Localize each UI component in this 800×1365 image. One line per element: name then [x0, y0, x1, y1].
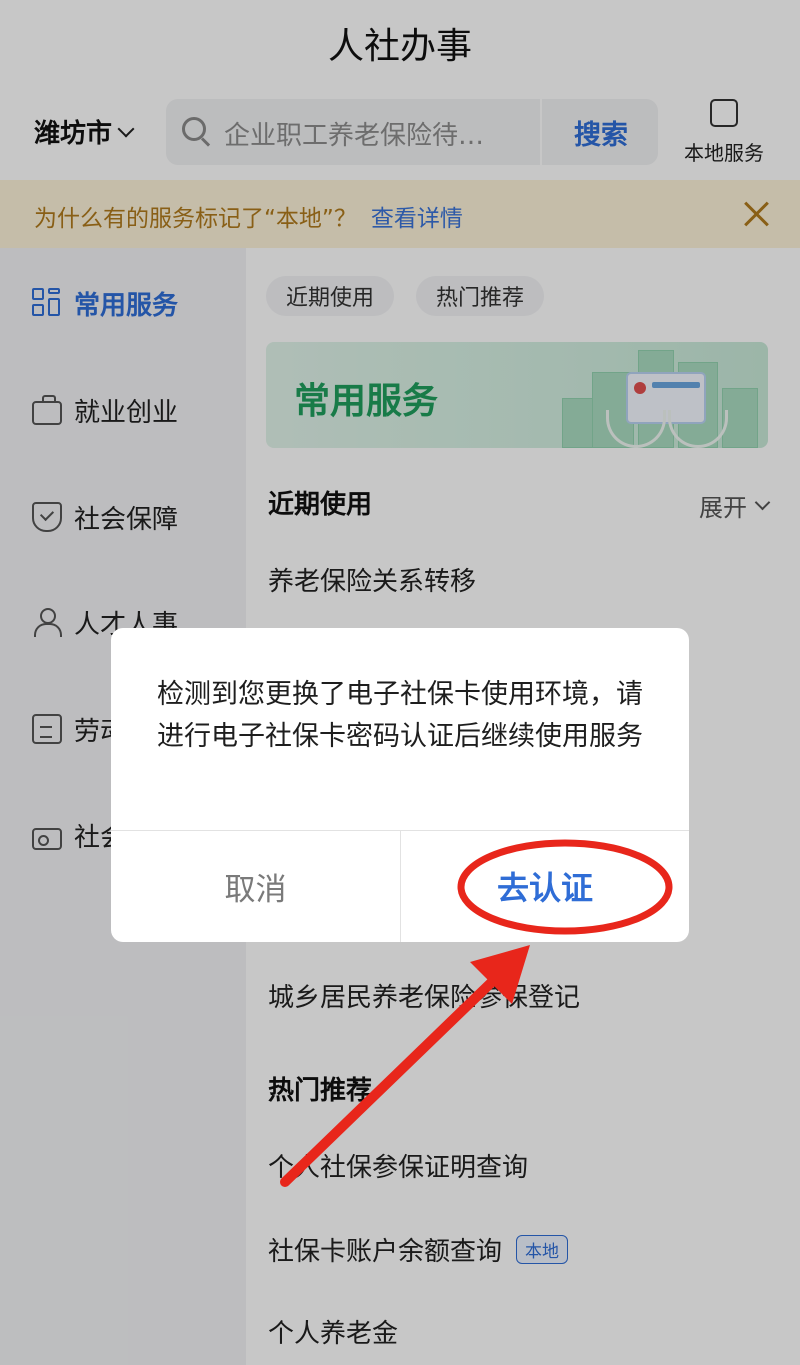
cancel-button[interactable]: 取消	[111, 830, 400, 942]
auth-dialog: 检测到您更换了电子社保卡使用环境，请进行电子社保卡密码认证后继续使用服务 取消 …	[111, 628, 689, 942]
authenticate-button[interactable]: 去认证	[401, 830, 689, 942]
dialog-message: 检测到您更换了电子社保卡使用环境，请进行电子社保卡密码认证后继续使用服务	[157, 679, 643, 752]
app-page: 人社办事 潍坊市 企业职工养老保险待… 搜索 本地服务 为什么有的服务标记了“本…	[0, 0, 800, 1365]
